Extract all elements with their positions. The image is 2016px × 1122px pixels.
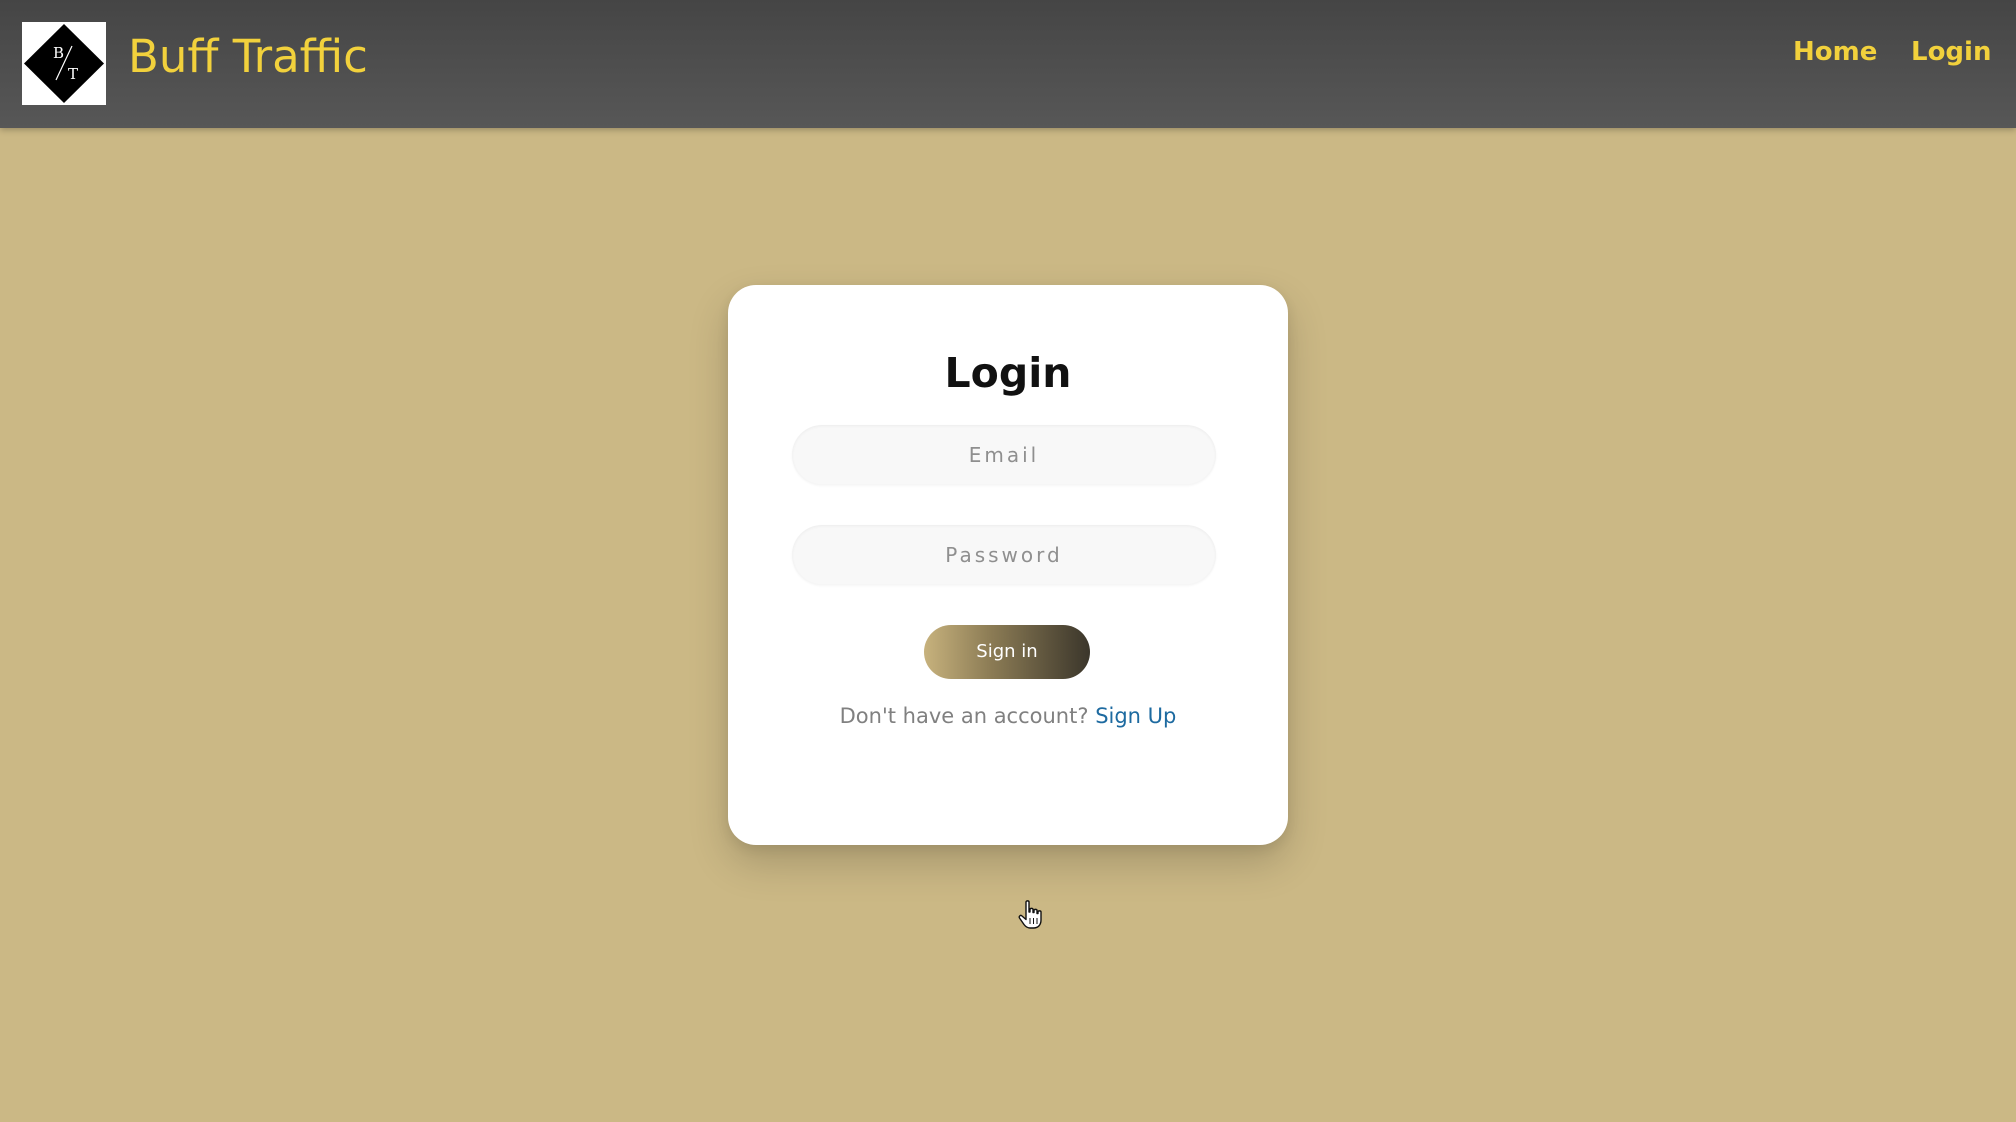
logo-letter-b: B (53, 44, 64, 62)
brand-title[interactable]: Buff Traffic (128, 26, 368, 88)
password-input[interactable] (792, 525, 1216, 585)
login-card: Login Sign in Don't have an account? Sig… (728, 285, 1288, 845)
sign-in-button[interactable]: Sign in (924, 625, 1090, 679)
email-input[interactable] (792, 425, 1216, 485)
login-title: Login (944, 349, 1072, 397)
top-navbar: B T Buff Traffic Home Login (0, 0, 2016, 128)
signup-prompt-row: Don't have an account? Sign Up (728, 701, 1288, 731)
bt-logo-icon[interactable]: B T (22, 22, 106, 105)
logo-letter-t: T (68, 65, 78, 83)
nav-login-link[interactable]: Login (1911, 34, 1991, 70)
signup-prompt-text: Don't have an account? (839, 704, 1089, 728)
nav-home-link[interactable]: Home (1793, 34, 1877, 70)
sign-up-link[interactable]: Sign Up (1095, 704, 1176, 728)
hand-pointer-cursor-icon (1018, 900, 1044, 930)
